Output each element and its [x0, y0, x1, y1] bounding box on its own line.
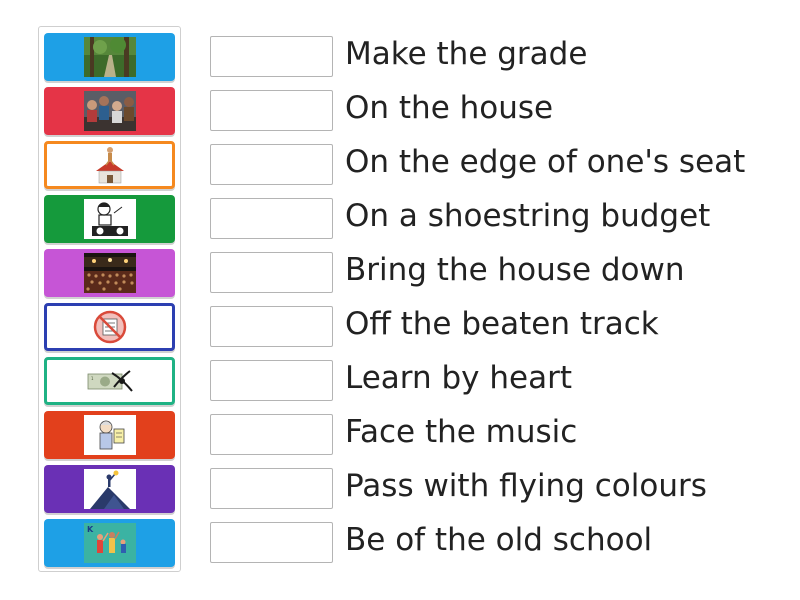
- person-on-house-clipart: [83, 145, 136, 185]
- elderly-person-clipart: [83, 415, 136, 455]
- image-tile-forest-path[interactable]: [44, 33, 175, 81]
- image-tile-person-on-house[interactable]: [44, 141, 175, 189]
- dj-turntable-clipart: [83, 199, 136, 239]
- phrase-label: Face the music: [345, 414, 578, 450]
- crowd-photo: [83, 91, 136, 131]
- family-celebrating-illustration: K: [83, 523, 136, 563]
- answer-drop-box[interactable]: [210, 144, 333, 185]
- answer-drop-box[interactable]: [210, 198, 333, 239]
- answer-drop-box[interactable]: [210, 360, 333, 401]
- image-tile-elderly-person[interactable]: [44, 411, 175, 459]
- forest-path-photo: [83, 37, 136, 77]
- phrase-label: On the house: [345, 90, 554, 126]
- phrase-label: Bring the house down: [345, 252, 685, 288]
- image-tile-dollar-shoelace[interactable]: 1: [44, 357, 175, 405]
- phrase-label: On the edge of one's seat: [345, 144, 746, 180]
- image-tile-panel: 1 K: [38, 26, 181, 572]
- image-tile-person-on-mountain[interactable]: [44, 465, 175, 513]
- phrase-label: Be of the old school: [345, 522, 653, 558]
- phrase-label: On a shoestring budget: [345, 198, 711, 234]
- match-activity: 1 K Make the grade On the house On the e…: [0, 0, 800, 600]
- image-tile-concert-audience[interactable]: [44, 249, 175, 297]
- no-speaking-sign-icon: [83, 307, 136, 347]
- answer-drop-box[interactable]: [210, 522, 333, 563]
- phrase-label: Off the beaten track: [345, 306, 659, 342]
- answer-drop-box[interactable]: [210, 306, 333, 347]
- image-tile-dj-turntable[interactable]: [44, 195, 175, 243]
- answer-drop-box[interactable]: [210, 414, 333, 455]
- person-on-mountain-illustration: [83, 469, 136, 509]
- phrase-label: Pass with flying colours: [345, 468, 707, 504]
- phrase-label: Make the grade: [345, 36, 588, 72]
- dollar-bill-shoelace-photo: 1: [83, 361, 136, 401]
- image-tile-crowd[interactable]: [44, 87, 175, 135]
- answer-drop-box[interactable]: [210, 90, 333, 131]
- svg-text:K: K: [87, 525, 94, 534]
- concert-audience-photo: [83, 253, 136, 293]
- image-tile-no-speaking-sign[interactable]: [44, 303, 175, 351]
- image-tile-family-celebrating[interactable]: K: [44, 519, 175, 567]
- answer-drop-box[interactable]: [210, 36, 333, 77]
- answer-drop-box[interactable]: [210, 468, 333, 509]
- phrase-label: Learn by heart: [345, 360, 572, 396]
- answer-drop-box[interactable]: [210, 252, 333, 293]
